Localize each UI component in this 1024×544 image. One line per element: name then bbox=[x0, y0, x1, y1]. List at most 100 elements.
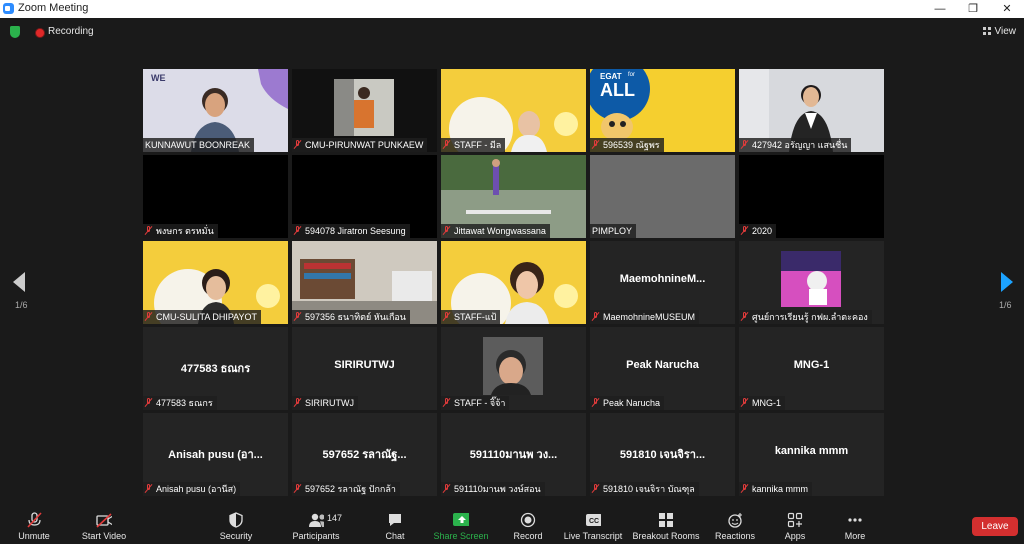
grid-view-icon bbox=[982, 27, 991, 35]
security-shield-icon[interactable] bbox=[10, 26, 20, 38]
security-button[interactable]: Security bbox=[216, 512, 256, 541]
microphone-muted-icon bbox=[27, 512, 42, 528]
video-tile[interactable]: 2020 bbox=[739, 155, 884, 238]
participant-name: STAFF-แป้ bbox=[454, 312, 497, 322]
participant-name: STAFF - มีล bbox=[454, 140, 502, 150]
participant-name-label: 594078 Jiratron Seesung bbox=[292, 224, 410, 238]
live-transcript-label: Live Transcript bbox=[563, 531, 623, 541]
video-tile[interactable]: Jittawat Wongwassana bbox=[441, 155, 586, 238]
closed-caption-icon: CC bbox=[586, 514, 601, 526]
participant-display-name: 477583 ธณกร bbox=[180, 363, 251, 375]
video-tile[interactable]: 591810 เจนจิรา... 591810 เจนจิรา บัณฑุล bbox=[590, 413, 735, 496]
shield-icon bbox=[229, 512, 243, 528]
participant-name-label: MaemohnineMUSEUM bbox=[590, 310, 700, 324]
video-tile[interactable]: ศูนย์การเรียนรู้ กฟผ.ลำตะคอง bbox=[739, 241, 884, 324]
video-tile[interactable]: Anisah pusu (อา... Anisah pusu (อานีส) bbox=[143, 413, 288, 496]
video-tile[interactable]: EGAT for ALL 596539 ณัฐพร bbox=[590, 69, 735, 152]
mic-muted-icon bbox=[145, 226, 152, 235]
participant-display-name: 597652 รลาณัฐ... bbox=[322, 449, 407, 461]
video-tile[interactable]: 427942 อรัญญา แสนชื่น bbox=[739, 69, 884, 152]
participant-name: 427942 อรัญญา แสนชื่น bbox=[752, 140, 848, 150]
participant-name-label: Jittawat Wongwassana bbox=[441, 224, 550, 238]
mic-muted-icon bbox=[443, 398, 450, 407]
mic-muted-icon bbox=[294, 140, 301, 149]
reactions-button[interactable]: Reactions bbox=[714, 512, 756, 541]
more-button[interactable]: More bbox=[838, 512, 872, 541]
video-tile[interactable]: 597356 ธนาทิตย์ หันเกือน bbox=[292, 241, 437, 324]
previous-page-arrow-icon[interactable] bbox=[13, 272, 25, 292]
participant-name-label: 596539 ณัฐพร bbox=[590, 138, 664, 152]
participant-name-label: SIRIRUTWJ bbox=[292, 396, 358, 410]
video-tile[interactable]: 477583 ธณกร 477583 ธณกร bbox=[143, 327, 288, 410]
participant-name: 2020 bbox=[752, 226, 773, 236]
leave-meeting-button[interactable]: Leave bbox=[972, 517, 1018, 536]
mic-muted-icon bbox=[592, 398, 599, 407]
participant-name: CMU-SULITA DHIPAYOT bbox=[156, 312, 258, 322]
video-tile[interactable]: 591110มานพ วง... 591110มานพ วงษ์สอน bbox=[441, 413, 586, 496]
participant-count-badge: 147 bbox=[327, 513, 343, 523]
video-tile[interactable]: MNG-1 MNG-1 bbox=[739, 327, 884, 410]
mic-muted-icon bbox=[741, 312, 748, 321]
egat-for-text: for bbox=[628, 72, 636, 78]
video-tile[interactable]: Peak Narucha Peak Narucha bbox=[590, 327, 735, 410]
participant-name: MNG-1 bbox=[752, 398, 781, 408]
window-title: Zoom Meeting bbox=[18, 2, 89, 14]
participant-name: พงษกร ตรหมั่น bbox=[156, 226, 214, 236]
participant-name: kannika mmm bbox=[752, 484, 809, 494]
video-tile[interactable]: 594078 Jiratron Seesung bbox=[292, 155, 437, 238]
participant-name: KUNNAWUT BOONREAK bbox=[145, 140, 251, 150]
video-tile[interactable]: WE KUNNAWUT BOONREAK bbox=[143, 69, 288, 152]
participant-name-label: kannika mmm bbox=[739, 482, 813, 496]
video-tile[interactable]: SIRIRUTWJ SIRIRUTWJ bbox=[292, 327, 437, 410]
participant-name: 477583 ธณกร bbox=[156, 398, 213, 408]
video-tile[interactable]: 597652 รลาณัฐ... 597652 รลาณัฐ ปักกล้า bbox=[292, 413, 437, 496]
reactions-label: Reactions bbox=[714, 531, 756, 541]
video-tile[interactable]: kannika mmm kannika mmm bbox=[739, 413, 884, 496]
video-camera-off-icon bbox=[96, 513, 112, 528]
video-tile[interactable]: STAFF-แป้ bbox=[441, 241, 586, 324]
start-video-label: Start Video bbox=[81, 531, 127, 541]
mic-muted-icon bbox=[443, 226, 450, 235]
live-transcript-button[interactable]: CC Live Transcript bbox=[562, 512, 624, 541]
mic-muted-icon bbox=[443, 140, 450, 149]
mic-muted-icon bbox=[294, 398, 301, 407]
video-tile[interactable]: พงษกร ตรหมั่น bbox=[143, 155, 288, 238]
more-label: More bbox=[844, 531, 866, 541]
participant-display-name: SIRIRUTWJ bbox=[334, 359, 395, 371]
mic-muted-icon bbox=[145, 484, 152, 493]
close-button[interactable]: ✕ bbox=[992, 0, 1022, 18]
video-tile[interactable]: STAFF - มีล bbox=[441, 69, 586, 152]
participant-name: PIMPLOY bbox=[592, 226, 633, 236]
video-tile[interactable]: CMU-PIRUNWAT PUNKAEW bbox=[292, 69, 437, 152]
start-video-button[interactable]: Start Video bbox=[80, 512, 128, 541]
minimize-button[interactable]: — bbox=[925, 0, 955, 18]
unmute-button[interactable]: Unmute bbox=[14, 512, 54, 541]
participants-label: Participants bbox=[292, 531, 340, 541]
participant-name-label: STAFF - จิ๊จ้า bbox=[441, 396, 510, 410]
video-tile[interactable]: STAFF - จิ๊จ้า bbox=[441, 327, 586, 410]
recording-label[interactable]: Recording bbox=[48, 26, 94, 37]
participant-display-name: MNG-1 bbox=[793, 359, 830, 371]
participant-name-label: 2020 bbox=[739, 224, 777, 238]
participant-name-label: STAFF-แป้ bbox=[441, 310, 501, 324]
maximize-button[interactable]: ❐ bbox=[958, 0, 988, 18]
meeting-top-bar: Recording View bbox=[0, 18, 1024, 48]
mic-muted-icon bbox=[741, 140, 748, 149]
video-tile[interactable]: CMU-SULITA DHIPAYOT bbox=[143, 241, 288, 324]
view-button[interactable]: View bbox=[982, 26, 1016, 37]
video-tile[interactable]: PIMPLOY bbox=[590, 155, 735, 238]
participant-name-label: Anisah pusu (อานีส) bbox=[143, 482, 241, 496]
record-button[interactable]: Record bbox=[510, 512, 546, 541]
egat-all-text: ALL bbox=[600, 80, 635, 100]
video-tile[interactable]: MaemohnineM... MaemohnineMUSEUM bbox=[590, 241, 735, 324]
participant-display-name: 591810 เจนจิรา... bbox=[619, 449, 706, 461]
share-screen-button[interactable]: Share Screen bbox=[432, 512, 490, 541]
apps-button[interactable]: Apps bbox=[778, 512, 812, 541]
breakout-rooms-button[interactable]: Breakout Rooms bbox=[632, 512, 700, 541]
participant-name-label: KUNNAWUT BOONREAK bbox=[143, 138, 255, 152]
mic-muted-icon bbox=[741, 484, 748, 493]
chat-button[interactable]: Chat bbox=[378, 512, 412, 541]
next-page-arrow-icon[interactable] bbox=[1001, 272, 1013, 292]
cc-icon-text: CC bbox=[589, 518, 599, 525]
share-screen-icon bbox=[453, 513, 469, 526]
